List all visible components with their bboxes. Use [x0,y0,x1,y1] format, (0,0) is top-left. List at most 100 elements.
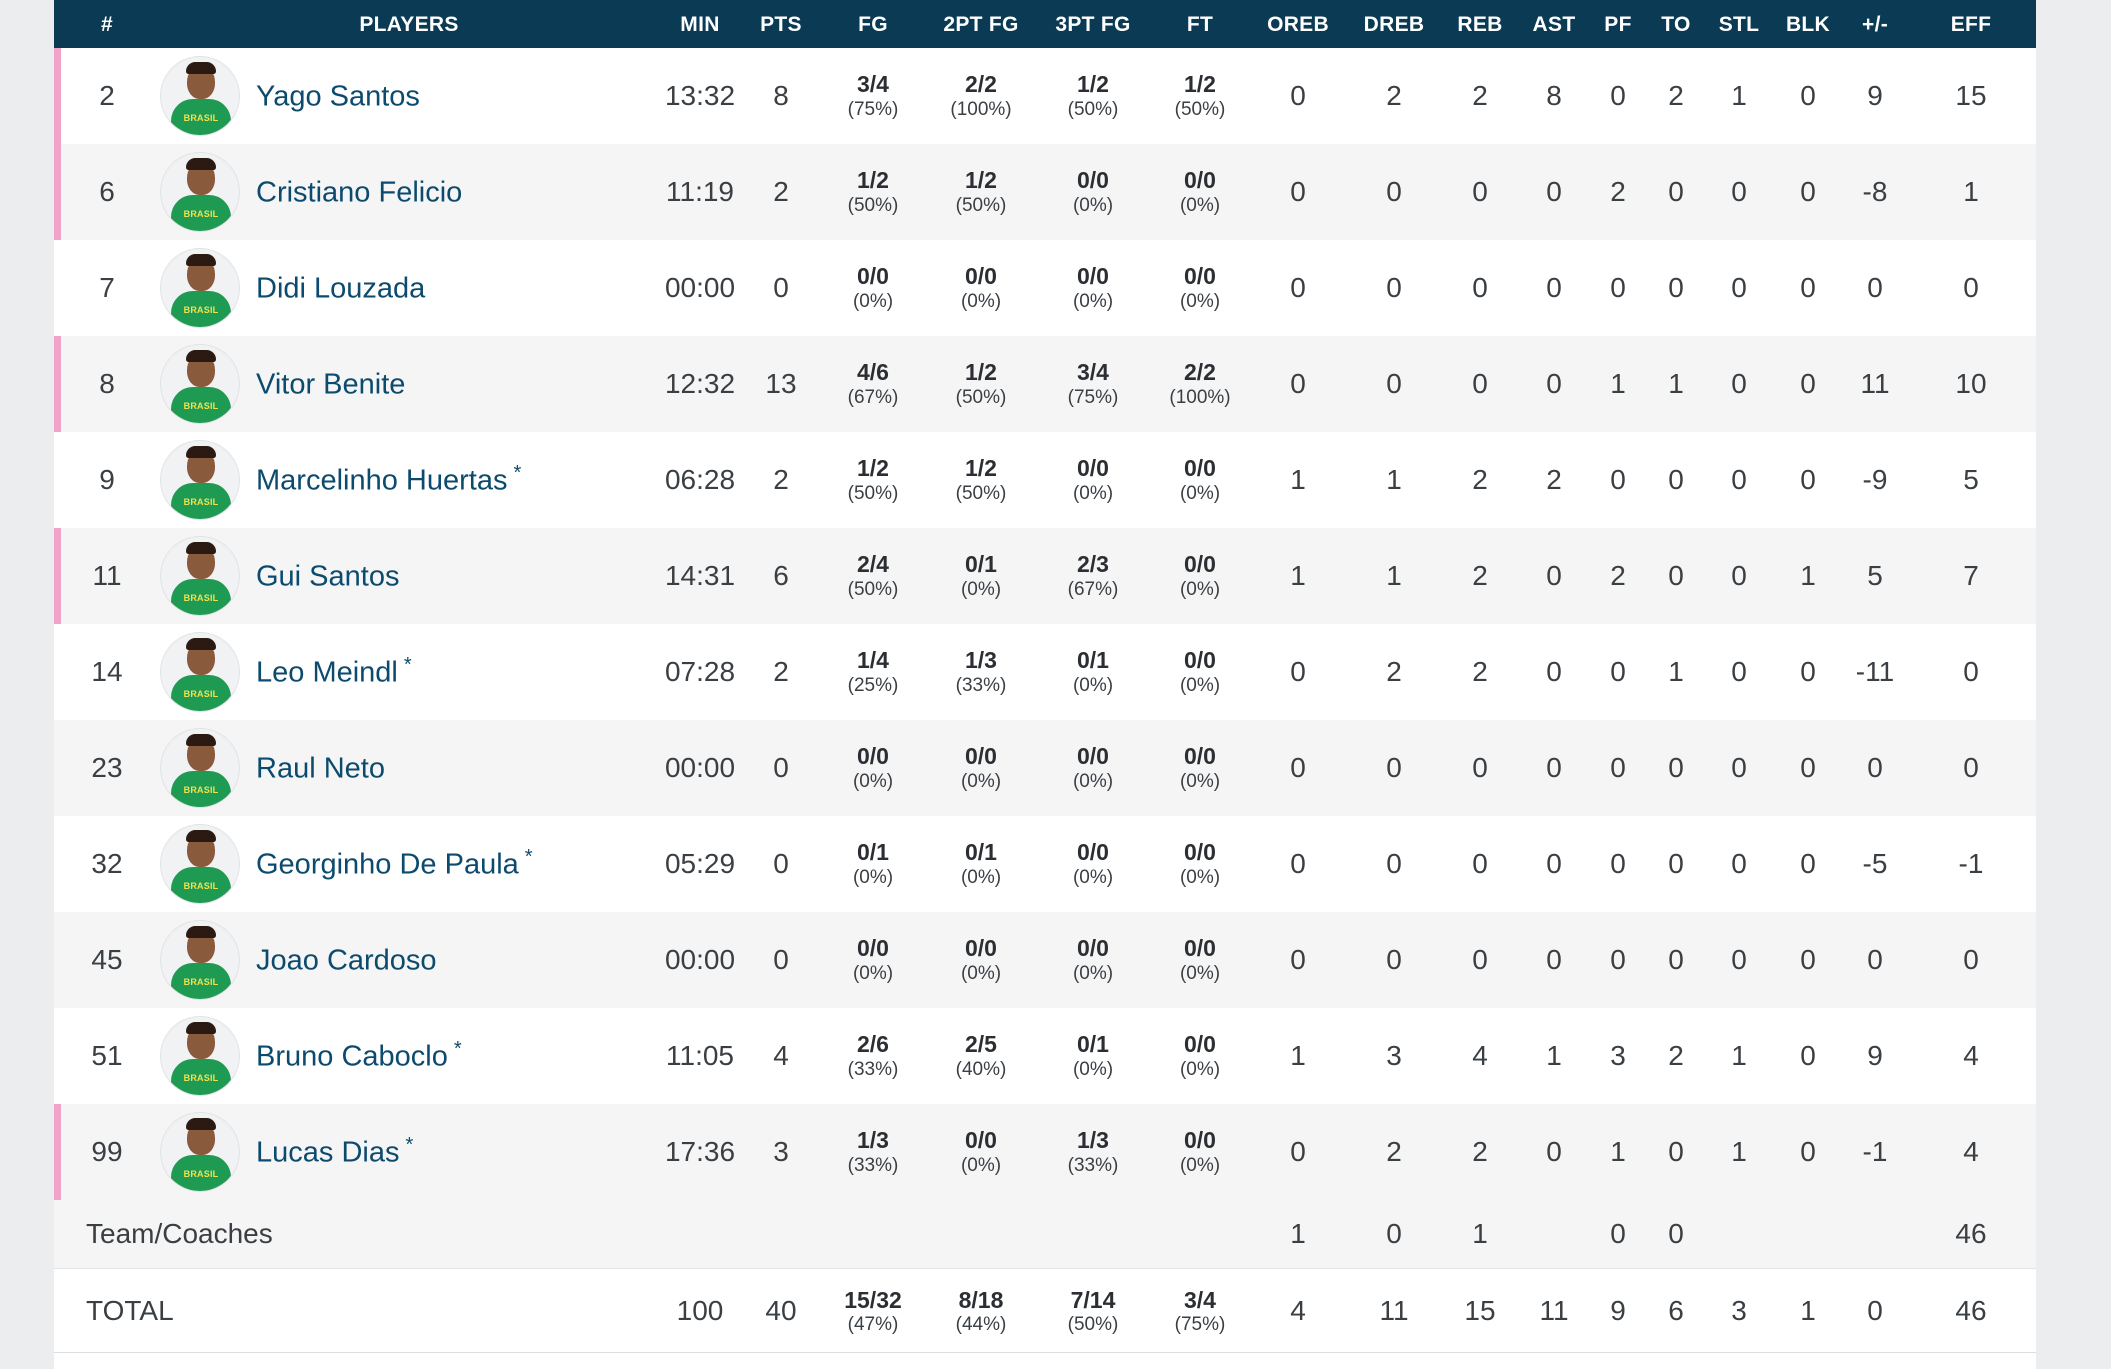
player-3pt-fg-made: 3/4 [1077,359,1109,386]
player-fg-made: 0/1 [857,839,889,866]
player-avatar[interactable]: BRASIL [160,536,240,616]
col-header-2pt-fg[interactable]: 2PT FG [926,0,1036,48]
col-header-dreb[interactable]: DREB [1346,0,1442,48]
player-2pt-fg: 0/0 (0%) [926,912,1036,1008]
player-avatar[interactable]: BRASIL [160,56,240,136]
player-to: 0 [1668,176,1684,207]
player-ft: 2/2 (100%) [1150,336,1250,432]
player-avatar[interactable]: BRASIL [160,824,240,904]
player-oreb: 0 [1290,368,1306,399]
player-to: 0 [1668,464,1684,495]
player-ft: 0/0 (0%) [1150,144,1250,240]
player-pts: 3 [773,1136,789,1167]
player-oreb: 0 [1290,1136,1306,1167]
col-header-pf[interactable]: PF [1590,0,1646,48]
player-avatar[interactable]: BRASIL [160,440,240,520]
player-3pt-fg-pct: (0%) [1072,194,1114,216]
player-3pt-fg-made: 1/3 [1077,1127,1109,1154]
player-avatar[interactable]: BRASIL [160,344,240,424]
avatar-hair [186,926,216,938]
total-eff: 46 [1955,1295,1987,1327]
player-name-link[interactable]: Cristiano Felicio [256,174,468,210]
player-avatar[interactable]: BRASIL [160,920,240,1000]
col-header-blk[interactable]: BLK [1772,0,1844,48]
jersey-number: 51 [91,1040,123,1071]
player-ft-pct: (0%) [1179,194,1221,216]
col-header-to[interactable]: TO [1646,0,1706,48]
player-name-link[interactable]: Gui Santos [256,558,405,594]
player-fg-pct: (50%) [847,578,899,600]
player-reb: 0 [1472,368,1488,399]
col-header-min[interactable]: MIN [658,0,742,48]
player-oreb: 0 [1290,848,1306,879]
player-reb: 2 [1472,1136,1488,1167]
player-fg: 0/0 (0%) [820,720,926,816]
player-oreb: 0 [1290,80,1306,111]
player-fg-pct: (50%) [847,482,899,504]
player-star-marker: * [405,1134,414,1157]
player-min: 00:00 [664,752,736,783]
col-header-oreb[interactable]: OREB [1250,0,1346,48]
total-ast: 11 [1539,1295,1569,1327]
player-2pt-fg-made: 0/0 [965,935,997,962]
player-ast: 0 [1546,1136,1562,1167]
avatar-hair [186,1022,216,1034]
avatar-hair [186,542,216,554]
col-header-players[interactable]: PLAYERS [160,0,658,48]
col-header-ft[interactable]: FT [1150,0,1250,48]
player-ft-pct: (0%) [1179,1154,1221,1176]
col-header-plus-minus[interactable]: +/- [1844,0,1906,48]
player-fg-made: 3/4 [857,71,889,98]
player-avatar[interactable]: BRASIL [160,1112,240,1192]
player-2pt-fg: 2/5 (40%) [926,1008,1036,1104]
jersey-text: BRASIL [183,593,219,603]
player-name-link[interactable]: Didi Louzada [256,270,431,306]
player-name-link[interactable]: Yago Santos [256,78,426,114]
player-name-link[interactable]: Bruno Caboclo * [256,1038,462,1074]
col-header-pts[interactable]: PTS [742,0,820,48]
total-ft-pct: (75%) [1174,1313,1226,1335]
player-name-link[interactable]: Raul Neto [256,750,391,786]
player-ast: 2 [1546,464,1562,495]
player-avatar[interactable]: BRASIL [160,152,240,232]
player-avatar[interactable]: BRASIL [160,728,240,808]
total-3pt-fg: 7/14 (50%) [1036,1268,1150,1354]
col-header-ast[interactable]: AST [1518,0,1590,48]
team-reb: 1 [1472,1217,1488,1249]
player-name-link[interactable]: Leo Meindl * [256,654,412,690]
player-pf: 1 [1610,368,1626,399]
player-blk: 0 [1800,656,1816,687]
jersey-graphic: BRASIL [171,483,231,519]
col-header-fg[interactable]: FG [820,0,926,48]
jersey-text: BRASIL [183,689,219,699]
player-name-link[interactable]: Lucas Dias * [256,1134,413,1170]
player-name-link[interactable]: Joao Cardoso [256,942,443,978]
player-eff: 4 [1963,1040,1979,1071]
player-min: 00:00 [664,272,736,303]
player-name-link[interactable]: Georginho De Paula * [256,846,533,882]
player-3pt-fg-made: 2/3 [1077,551,1109,578]
player-ast: 8 [1546,80,1562,111]
player-name-link[interactable]: Marcelinho Huertas * [256,462,521,498]
col-header-stl[interactable]: STL [1706,0,1772,48]
player-avatar[interactable]: BRASIL [160,248,240,328]
player-blk: 0 [1800,368,1816,399]
player-blk: 0 [1800,80,1816,111]
player-cell: BRASIL Gui Santos [160,528,658,624]
player-3pt-fg: 0/0 (0%) [1036,432,1150,528]
player-min: 00:00 [664,944,736,975]
player-avatar[interactable]: BRASIL [160,632,240,712]
col-header-reb[interactable]: REB [1442,0,1518,48]
player-pf: 2 [1610,176,1626,207]
col-header-eff[interactable]: EFF [1906,0,2036,48]
player-plus-minus: 0 [1867,944,1883,975]
player-avatar[interactable]: BRASIL [160,1016,240,1096]
col-header-3pt-fg[interactable]: 3PT FG [1036,0,1150,48]
player-ft: 0/0 (0%) [1150,432,1250,528]
player-name-link[interactable]: Vitor Benite [256,366,411,402]
player-fg: 2/6 (33%) [820,1008,926,1104]
player-eff: 4 [1963,1136,1979,1167]
player-2pt-fg-made: 1/2 [965,359,997,386]
col-header-number[interactable]: # [54,0,160,48]
player-ast: 0 [1546,272,1562,303]
